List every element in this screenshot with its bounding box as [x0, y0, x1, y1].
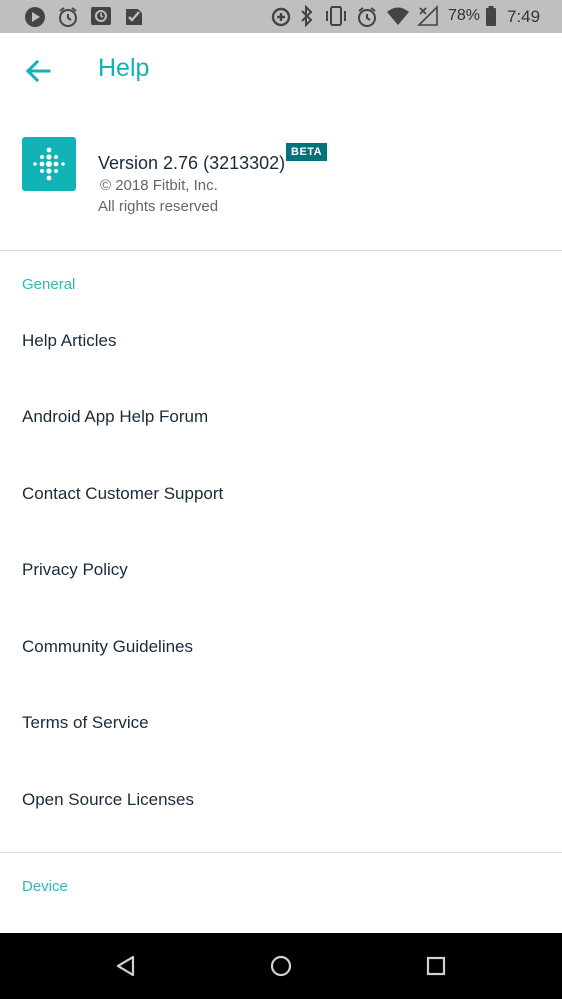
section-header-general: General — [22, 276, 76, 293]
menu-item-help-articles[interactable]: Help Articles — [0, 306, 562, 382]
copyright-text: © 2018 Fitbit, Inc. — [100, 177, 218, 194]
menu-item-label: Android App Help Forum — [22, 407, 209, 426]
clock: 7:49 — [507, 7, 541, 26]
alarm-icon — [59, 7, 77, 27]
divider — [0, 250, 562, 251]
menu-item-label: Terms of Service — [22, 713, 149, 732]
section-header-device: Device — [22, 878, 68, 895]
menu-item-contact-customer-support[interactable]: Contact Customer Support — [0, 459, 562, 535]
menu-item-label: Contact Customer Support — [22, 484, 224, 503]
fitbit-logo-icon — [33, 147, 65, 181]
vibrate-icon — [326, 6, 346, 26]
nav-home-button[interactable] — [268, 953, 294, 979]
fitbit-logo — [22, 137, 76, 191]
app-info: Version 2.76 (3213302) BETA © 2018 Fitbi… — [0, 109, 562, 250]
wifi-icon — [387, 7, 409, 25]
back-triangle-icon — [116, 955, 135, 977]
menu-item-community-guidelines[interactable]: Community Guidelines — [0, 612, 562, 688]
menu-item-privacy-policy[interactable]: Privacy Policy — [0, 535, 562, 611]
no-signal-icon — [417, 5, 438, 26]
app-bar: Help — [0, 33, 562, 109]
nav-recents-button[interactable] — [423, 953, 449, 979]
menu-item-android-app-help-forum[interactable]: Android App Help Forum — [0, 382, 562, 458]
menu-item-label: Open Source Licenses — [22, 790, 194, 809]
alarm-icon — [358, 7, 376, 27]
menu-item-terms-of-service[interactable]: Terms of Service — [0, 688, 562, 764]
rights-text: All rights reserved — [98, 198, 219, 215]
battery-percent: 78% — [448, 7, 481, 24]
menu-item-label: Help Articles — [22, 331, 117, 350]
back-button[interactable] — [22, 55, 54, 87]
menu-item-open-source-licenses[interactable]: Open Source Licenses — [0, 765, 562, 841]
recents-square-icon — [426, 956, 446, 976]
menu-item-label: Privacy Policy — [22, 560, 128, 579]
nav-back-button[interactable] — [113, 953, 139, 979]
play-store-icon — [25, 7, 45, 27]
tasks-icon — [126, 9, 142, 25]
app-version: Version 2.76 (3213302) — [98, 153, 286, 173]
divider — [0, 852, 562, 853]
data-saver-icon — [271, 7, 291, 27]
home-circle-icon — [270, 955, 292, 977]
beta-badge: BETA — [286, 143, 328, 161]
menu-item-label: Community Guidelines — [22, 637, 194, 656]
navigation-bar — [0, 933, 562, 999]
battery-icon — [486, 6, 496, 26]
page-title: Help — [98, 54, 150, 82]
arrow-back-icon — [25, 59, 51, 83]
status-bar: 78% 7:49 — [0, 0, 562, 33]
schedule-icon — [91, 7, 111, 25]
bluetooth-icon — [301, 5, 313, 27]
